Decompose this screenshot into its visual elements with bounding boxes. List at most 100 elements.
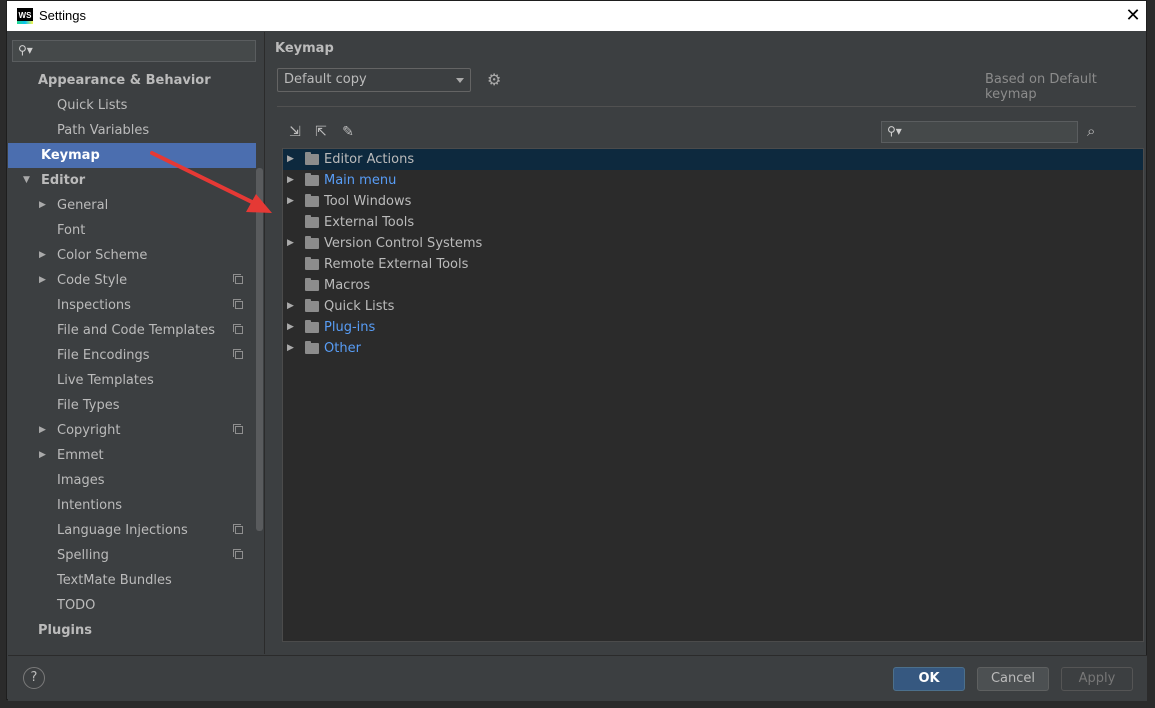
collapsed-arrow-icon[interactable]: ▶ bbox=[287, 233, 294, 254]
action-group-item[interactable]: ▶ Plug-ins bbox=[283, 317, 1143, 338]
sidebar-item[interactable]: Live Templates bbox=[8, 368, 264, 393]
sidebar-item[interactable]: Images bbox=[8, 468, 264, 493]
collapsed-arrow-icon[interactable]: ▶ bbox=[287, 317, 294, 338]
sidebar-item[interactable]: ▶ Color Scheme bbox=[8, 243, 264, 268]
action-group-item[interactable]: External Tools bbox=[283, 212, 1143, 233]
collapsed-arrow-icon[interactable]: ▶ bbox=[287, 170, 294, 191]
sidebar-item-label: Spelling bbox=[57, 548, 109, 563]
settings-dialog: WS Settings ✕ ⚲▾ Appearance & Behavior Qu… bbox=[6, 0, 1147, 701]
dialog-footer: ? OK Cancel Apply bbox=[8, 655, 1147, 701]
sidebar-item[interactable]: Intentions bbox=[8, 493, 264, 518]
action-group-label: Tool Windows bbox=[324, 194, 412, 209]
sidebar-item[interactable]: TODO bbox=[8, 593, 264, 618]
sidebar-item-label: Emmet bbox=[57, 448, 104, 463]
sidebar-item[interactable]: ▶ Copyright bbox=[8, 418, 264, 443]
collapsed-arrow-icon[interactable]: ▶ bbox=[39, 268, 46, 293]
help-button[interactable]: ? bbox=[23, 667, 45, 689]
folder-icon bbox=[305, 173, 319, 186]
action-group-label: Plug-ins bbox=[324, 320, 376, 335]
collapsed-arrow-icon[interactable]: ▶ bbox=[287, 149, 294, 170]
collapsed-arrow-icon[interactable]: ▶ bbox=[39, 443, 46, 468]
expand-all-icon[interactable]: ⇲ bbox=[286, 124, 304, 140]
sidebar-item[interactable]: ▶ Code Style bbox=[8, 268, 264, 293]
action-group-item[interactable]: ▶ Editor Actions bbox=[283, 149, 1143, 170]
folder-icon bbox=[305, 257, 319, 270]
sidebar-item-label: Path Variables bbox=[57, 123, 150, 138]
collapsed-arrow-icon[interactable]: ▶ bbox=[39, 193, 46, 218]
folder-icon bbox=[305, 278, 319, 291]
sidebar-item-label: Color Scheme bbox=[57, 248, 148, 263]
collapse-all-icon[interactable]: ⇱ bbox=[312, 124, 330, 140]
sidebar-item-label: File and Code Templates bbox=[57, 323, 215, 338]
actions-tree: ▶ Editor Actions ▶ Main menu ▶ Tool Windows Ex… bbox=[282, 148, 1144, 642]
sidebar-item[interactable]: Spelling bbox=[8, 543, 264, 568]
page-title: Keymap bbox=[275, 41, 334, 56]
gear-icon[interactable]: ⚙ bbox=[487, 70, 501, 89]
project-scope-icon bbox=[233, 324, 243, 334]
sidebar-item-label: Quick Lists bbox=[57, 98, 128, 113]
close-button[interactable]: ✕ bbox=[1123, 6, 1143, 26]
sidebar-item-label: TextMate Bundles bbox=[57, 573, 172, 588]
project-scope-icon bbox=[233, 299, 243, 309]
keymap-select[interactable]: Default copy bbox=[277, 68, 471, 92]
find-by-shortcut-icon[interactable]: ⌕ bbox=[1087, 122, 1095, 140]
project-scope-icon bbox=[233, 274, 243, 284]
sidebar-item[interactable]: File Encodings bbox=[8, 343, 264, 368]
action-group-item[interactable]: ▶ Tool Windows bbox=[283, 191, 1143, 212]
sidebar-item[interactable]: Path Variables bbox=[8, 118, 264, 143]
project-scope-icon bbox=[233, 549, 243, 559]
annotation-arrow bbox=[150, 151, 272, 213]
webstorm-logo-icon: WS bbox=[17, 8, 33, 24]
sidebar-item[interactable]: Plugins bbox=[8, 618, 264, 643]
collapsed-arrow-icon[interactable]: ▶ bbox=[39, 418, 46, 443]
action-group-item[interactable]: Macros bbox=[283, 275, 1143, 296]
edit-icon[interactable]: ✎ bbox=[339, 124, 357, 140]
settings-sidebar: ⚲▾ Appearance & Behavior Quick Lists Path … bbox=[8, 32, 265, 654]
action-group-item[interactable]: ▶ Main menu bbox=[283, 170, 1143, 191]
sidebar-item-label: File Types bbox=[57, 398, 120, 413]
action-group-label: External Tools bbox=[324, 215, 415, 230]
sidebar-item-label: Inspections bbox=[57, 298, 131, 313]
action-group-label: Quick Lists bbox=[324, 299, 395, 314]
expanded-arrow-icon[interactable]: ▼ bbox=[23, 168, 30, 193]
sidebar-item[interactable]: File Types bbox=[8, 393, 264, 418]
actions-search-input[interactable]: ⚲▾ bbox=[881, 121, 1078, 143]
based-on-label: Based on Default keymap bbox=[985, 72, 1097, 102]
cancel-button[interactable]: Cancel bbox=[977, 667, 1049, 691]
folder-icon bbox=[305, 236, 319, 249]
collapsed-arrow-icon[interactable]: ▶ bbox=[287, 338, 294, 359]
collapsed-arrow-icon[interactable]: ▶ bbox=[287, 296, 294, 317]
sidebar-item[interactable]: Appearance & Behavior bbox=[8, 68, 264, 93]
sidebar-item-label: Appearance & Behavior bbox=[38, 73, 211, 88]
search-icon: ⚲▾ bbox=[887, 124, 902, 138]
action-group-label: Other bbox=[324, 341, 361, 356]
search-icon: ⚲▾ bbox=[18, 43, 33, 57]
sidebar-item[interactable]: Quick Lists bbox=[8, 93, 264, 118]
window-title: Settings bbox=[39, 8, 86, 23]
action-group-item[interactable]: ▶ Other bbox=[283, 338, 1143, 359]
folder-icon bbox=[305, 194, 319, 207]
sidebar-item-label: File Encodings bbox=[57, 348, 150, 363]
project-scope-icon bbox=[233, 349, 243, 359]
apply-button[interactable]: Apply bbox=[1061, 667, 1133, 691]
sidebar-item[interactable]: Inspections bbox=[8, 293, 264, 318]
sidebar-item[interactable]: Language Injections bbox=[8, 518, 264, 543]
chevron-down-icon bbox=[456, 78, 464, 83]
keymap-panel: Keymap Default copy ⚙ Based on Default k… bbox=[265, 32, 1146, 654]
settings-search-input[interactable]: ⚲▾ bbox=[12, 40, 256, 62]
sidebar-item[interactable]: ▶ Emmet bbox=[8, 443, 264, 468]
sidebar-item-label: Code Style bbox=[57, 273, 128, 288]
sidebar-item[interactable]: File and Code Templates bbox=[8, 318, 264, 343]
sidebar-item-label: Font bbox=[57, 223, 86, 238]
sidebar-item-label: Live Templates bbox=[57, 373, 154, 388]
collapsed-arrow-icon[interactable]: ▶ bbox=[39, 243, 46, 268]
project-scope-icon bbox=[233, 424, 243, 434]
action-group-item[interactable]: ▶ Version Control Systems bbox=[283, 233, 1143, 254]
ok-button[interactable]: OK bbox=[893, 667, 965, 691]
action-group-item[interactable]: Remote External Tools bbox=[283, 254, 1143, 275]
title-bar: WS Settings ✕ bbox=[7, 1, 1146, 31]
collapsed-arrow-icon[interactable]: ▶ bbox=[287, 191, 294, 212]
action-group-item[interactable]: ▶ Quick Lists bbox=[283, 296, 1143, 317]
sidebar-item[interactable]: TextMate Bundles bbox=[8, 568, 264, 593]
folder-icon bbox=[305, 152, 319, 165]
